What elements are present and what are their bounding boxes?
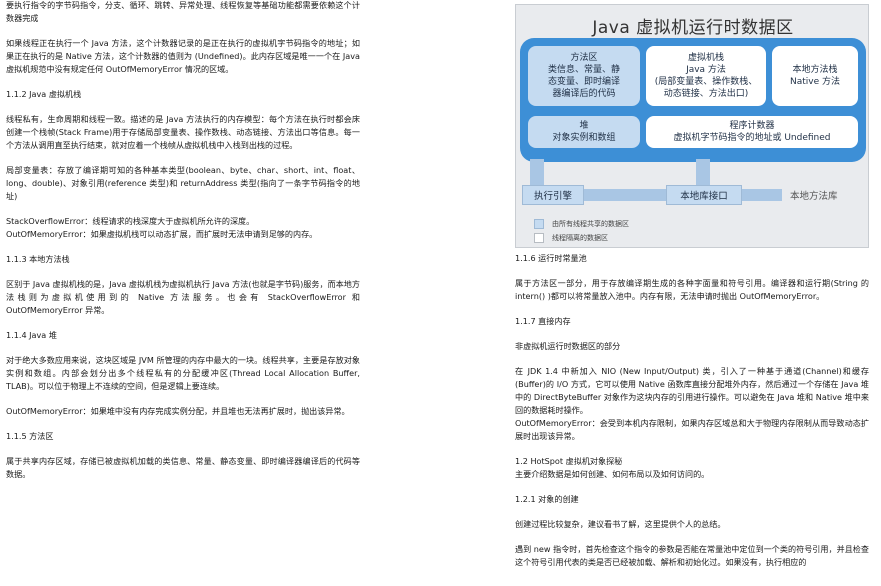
method-area-label: 方法区: [570, 53, 598, 63]
diagram-title: Java 虚拟机运行时数据区: [592, 18, 794, 38]
paragraph-native-stack: 区别于 Java 虚拟机栈的是，Java 虚拟机栈为虚拟机执行 Java 方法(…: [6, 279, 360, 315]
execution-engine-box: 执行引擎: [522, 185, 584, 205]
paragraph-direct-memory-title: 非虚拟机运行时数据区的部分: [515, 341, 621, 351]
paragraph-stackoverflow: StackOverflowError：线程请求的栈深度大于虚拟机所允许的深度。: [6, 216, 255, 226]
connector-engine-iface: [584, 189, 666, 201]
method-area-desc-2: 态变量、即时编译: [547, 77, 620, 87]
paragraph-constant-pool: 属于方法区一部分，用于存放编译期生成的各种字面量和符号引用。编译器和运行期(St…: [515, 278, 869, 301]
paragraph-pc-native: 如果线程正在执行一个 Java 方法，这个计数器记录的是正在执行的虚拟机字节码指…: [6, 38, 360, 74]
heading-1-1-6: 1.1.6 运行时常量池: [515, 253, 587, 263]
paragraph-heap: 对于绝大多数应用来说，这块区域是 JVM 所管理的内存中最大的一块。线程共享，主…: [6, 355, 360, 391]
native-interface-box: 本地库接口: [666, 185, 742, 205]
paragraph-pc-intro: 要执行指令的字节码指令，分支、循环、跳转、异常处理、线程恢复等基础功能都需要依赖…: [6, 0, 360, 23]
pc-register-desc: 虚拟机字节码指令的地址或 Undefined: [673, 133, 831, 143]
vm-stack-label: 虚拟机栈: [687, 53, 724, 63]
connector-iface-lib: [742, 189, 782, 201]
heap-desc: 对象实例和数组: [552, 133, 616, 143]
left-column: 要执行指令的字节码指令，分支、循环、跳转、异常处理、线程恢复等基础功能都需要依赖…: [6, 0, 360, 481]
heading-1-1-3: 1.1.3 本地方法栈: [6, 254, 70, 264]
paragraph-oome-stack: OutOfMemoryError：如果虚拟机栈可以动态扩展，而扩展时无法申请到足…: [6, 229, 318, 239]
paragraph-new-instruction: 遇到 new 指令时，首先检查这个指令的参数是否能在常量池中定位到一个类的符号引…: [515, 544, 869, 567]
heading-1-1-2: 1.1.2 Java 虚拟机栈: [6, 89, 82, 99]
paragraph-heap-oome: OutOfMemoryError：如果堆中没有内存完成实例分配，并且堆也无法再扩…: [6, 406, 350, 416]
vm-stack-desc-2: (局部变量表、操作数栈、: [654, 77, 758, 87]
vm-stack-box: 虚拟机栈 Java 方法 (局部变量表、操作数栈、 动态链接、方法出口): [646, 46, 766, 106]
paragraph-object-creation: 创建过程比较复杂，建议看书了解，这里提供个人的总结。: [515, 519, 726, 529]
connector-right-vertical: [696, 159, 710, 187]
jvm-runtime-diagram: Java 虚拟机运行时数据区 方法区 类信息、常量、静 态变量、即时编译 器编译…: [515, 4, 869, 248]
method-area-desc-3: 器编译后的代码: [552, 89, 616, 99]
native-library-label: 本地方法库: [790, 191, 838, 202]
native-stack-box: 本地方法栈 Native 方法: [772, 46, 858, 106]
pc-register-label: 程序计数器: [729, 121, 775, 131]
legend-shared-swatch: [534, 219, 544, 229]
pc-register-box: 程序计数器 虚拟机字节码指令的地址或 Undefined: [646, 116, 858, 148]
heading-1-2: 1.2 HotSpot 虚拟机对象探秘: [515, 456, 623, 466]
heap-label: 堆: [579, 121, 589, 131]
connector-left-vertical: [530, 159, 544, 187]
vm-stack-desc-3: 动态链接、方法出口): [663, 89, 749, 99]
paragraph-vm-stack: 线程私有，生命周期和线程一致。描述的是 Java 方法执行的内存模型：每个方法在…: [6, 114, 360, 150]
paragraph-direct-oome: OutOfMemoryError：会受到本机内存限制，如果内存区域总和大于物理内…: [515, 418, 869, 441]
paragraph-local-vars: 局部变量表：存放了编译期可知的各种基本类型(boolean、byte、char、…: [6, 165, 360, 201]
heap-box: 堆 对象实例和数组: [528, 116, 640, 148]
legend-shared-label: 由所有线程共享的数据区: [552, 220, 629, 228]
paragraph-1-2-intro: 主要介绍数据是如何创建、如何布局以及如何访问的。: [515, 469, 710, 479]
native-stack-label: 本地方法栈: [792, 65, 838, 75]
native-stack-desc: Native 方法: [789, 77, 840, 87]
legend-private-swatch: [534, 233, 544, 243]
heading-1-2-1: 1.2.1 对象的创建: [515, 494, 579, 504]
heading-1-1-7: 1.1.7 直接内存: [515, 316, 571, 326]
paragraph-nio: 在 JDK 1.4 中新加入 NIO (New Input/Output) 类，…: [515, 366, 869, 415]
right-column: 1.1.6 运行时常量池 属于方法区一部分，用于存放编译期生成的各种字面量和符号…: [515, 252, 869, 569]
method-area-desc-1: 类信息、常量、静: [547, 65, 620, 75]
heading-1-1-4: 1.1.4 Java 堆: [6, 330, 57, 340]
vm-stack-desc-1: Java 方法: [686, 65, 726, 75]
heading-1-1-5: 1.1.5 方法区: [6, 431, 54, 441]
runtime-data-area: 方法区 类信息、常量、静 态变量、即时编译 器编译后的代码 虚拟机栈 Java …: [520, 38, 866, 162]
paragraph-method-area: 属于共享内存区域，存储已被虚拟机加载的类信息、常量、静态变量、即时编译器编译后的…: [6, 456, 360, 479]
method-area-box: 方法区 类信息、常量、静 态变量、即时编译 器编译后的代码: [528, 46, 640, 106]
legend-private-label: 线程隔离的数据区: [552, 234, 608, 242]
